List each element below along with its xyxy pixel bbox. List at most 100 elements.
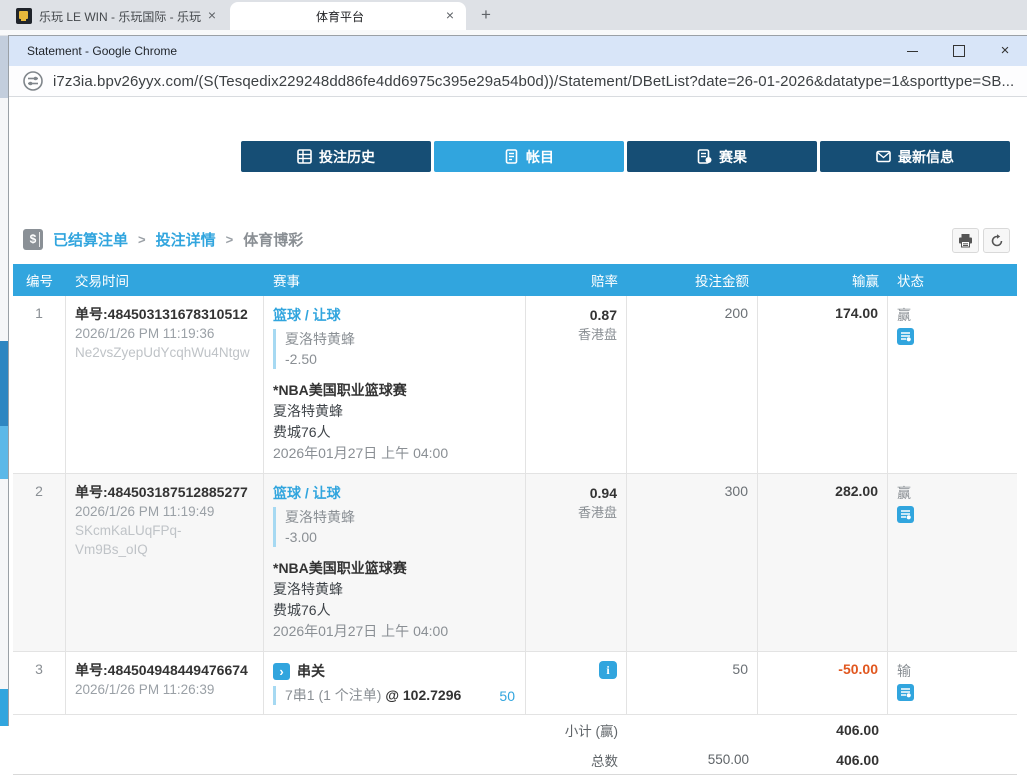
info-icon[interactable]: i xyxy=(599,661,617,679)
league-name: *NBA美国职业篮球赛 xyxy=(273,558,516,579)
window-titlebar: Statement - Google Chrome × xyxy=(9,36,1027,66)
home-team: 夏洛特黄蜂 xyxy=(273,401,516,422)
order-number: 单号:484503187512885277 xyxy=(75,483,254,502)
subtotal-row: 小计 (赢) 406.00 xyxy=(13,715,1017,745)
parlay-header: › 串关 xyxy=(273,661,516,681)
bet-receipt-icon[interactable] xyxy=(897,684,914,701)
transaction-cell: 单号:484503187512885277 2026/1/26 PM 11:19… xyxy=(66,474,264,651)
status-text: 赢 xyxy=(897,305,1008,325)
status-text: 输 xyxy=(897,661,1008,681)
nav-label: 最新信息 xyxy=(898,147,954,167)
statement-popup-window: Statement - Google Chrome × i7z3ia.bpv26… xyxy=(8,35,1027,726)
tab-close-icon[interactable]: × xyxy=(204,8,220,24)
status-cell: 输 xyxy=(888,652,1017,714)
col-header-odds: 赔率 xyxy=(526,264,627,296)
order-time: 2026/1/26 PM 11:19:36 xyxy=(75,324,254,343)
refresh-button[interactable] xyxy=(983,228,1010,253)
row-no: 3 xyxy=(13,652,66,714)
pick-block: 夏洛特黄蜂 -3.00 xyxy=(273,507,516,547)
col-header-winloss: 输赢 xyxy=(758,264,888,296)
event-cell: 篮球 / 让球 夏洛特黄蜂 -3.00 *NBA美国职业篮球赛 夏洛特黄蜂 费城… xyxy=(264,474,526,651)
col-header-no: 编号 xyxy=(13,264,66,296)
status-text: 赢 xyxy=(897,483,1008,503)
expand-parlay-icon[interactable]: › xyxy=(273,663,290,680)
picked-team: 夏洛特黄蜂 xyxy=(285,507,516,527)
handicap-value: -3.00 xyxy=(285,527,516,547)
table-row: 2 单号:484503187512885277 2026/1/26 PM 11:… xyxy=(13,474,1017,652)
browser-tab-strip: 乐玩 LE WIN - 乐玩国际 - 乐玩 × 体育平台 × + xyxy=(0,0,1027,30)
statement-icon xyxy=(504,149,519,164)
odds-cell: 0.87 香港盘 xyxy=(526,296,627,473)
nav-label: 赛果 xyxy=(719,147,747,167)
bet-type-link[interactable]: 篮球 / 让球 xyxy=(273,483,516,503)
odds-cell: i xyxy=(526,652,627,714)
bet-receipt-icon[interactable] xyxy=(897,506,914,523)
table-header-row: 编号 交易时间 赛事 赔率 投注金额 输赢 状态 xyxy=(13,264,1017,296)
tab-sport-platform[interactable]: 体育平台 × xyxy=(230,2,466,30)
url-text: i7z3ia.bpv26yyx.com/(S(Tesqedix229248dd8… xyxy=(53,73,1014,90)
statement-book-icon: $ xyxy=(23,229,43,250)
home-team: 夏洛特黄蜂 xyxy=(273,579,516,600)
parlay-count-link[interactable]: 50 xyxy=(499,688,515,704)
total-winloss: 406.00 xyxy=(758,752,888,768)
close-icon[interactable]: × xyxy=(997,43,1013,59)
col-header-event: 赛事 xyxy=(264,264,526,296)
handicap-value: -2.50 xyxy=(285,349,516,369)
odds-cell: 0.94 香港盘 xyxy=(526,474,627,651)
bet-type-link[interactable]: 篮球 / 让球 xyxy=(273,305,516,325)
print-button[interactable] xyxy=(952,228,979,253)
nav-bet-history-button[interactable]: 投注历史 xyxy=(241,141,431,172)
odds-value: 0.87 xyxy=(535,305,617,325)
odds-type: 香港盘 xyxy=(535,503,617,522)
nav-statement-button[interactable]: 帐目 xyxy=(434,141,624,172)
bet-receipt-icon[interactable] xyxy=(897,328,914,345)
refresh-icon xyxy=(990,234,1004,248)
away-team: 费城76人 xyxy=(273,600,516,621)
col-header-status: 状态 xyxy=(888,264,1017,296)
total-row: 总数 550.00 406.00 xyxy=(13,745,1017,775)
parlay-type: 串关 xyxy=(297,661,325,681)
lewin-favicon-icon xyxy=(16,8,32,24)
match-time: 2026年01月27日 上午 04:00 xyxy=(273,621,516,642)
nav-results-button[interactable]: 赛果 xyxy=(627,141,817,172)
tab-close-icon[interactable]: × xyxy=(442,8,458,24)
match-time: 2026年01月27日 上午 04:00 xyxy=(273,443,516,464)
status-cell: 赢 xyxy=(888,296,1017,473)
winloss-cell: 282.00 xyxy=(758,474,888,651)
row-no: 2 xyxy=(13,474,66,651)
order-number: 单号:484504948449476674 xyxy=(75,661,254,680)
bet-history-icon xyxy=(297,149,312,164)
mail-icon xyxy=(876,149,891,164)
bet-list-table: 编号 交易时间 赛事 赔率 投注金额 输赢 状态 1 单号:4845031316… xyxy=(13,264,1017,775)
chevron-right-icon: > xyxy=(226,232,234,247)
breadcrumb-bet-detail[interactable]: 投注详情 xyxy=(156,229,216,250)
table-row: 1 单号:484503131678310512 2026/1/26 PM 11:… xyxy=(13,296,1017,474)
maximize-icon[interactable] xyxy=(951,43,967,59)
away-team: 费城76人 xyxy=(273,422,516,443)
tab-lewin[interactable]: 乐玩 LE WIN - 乐玩国际 - 乐玩 × xyxy=(10,2,226,30)
col-header-stake: 投注金额 xyxy=(627,264,758,296)
minimize-icon[interactable] xyxy=(905,43,921,59)
subtotal-label: 小计 (赢) xyxy=(526,720,627,740)
winloss-cell: -50.00 xyxy=(758,652,888,714)
tab-title: 乐玩 LE WIN - 乐玩国际 - 乐玩 xyxy=(39,8,204,25)
site-settings-icon[interactable] xyxy=(23,71,43,91)
parlay-info: 7串1 (1 个注单) xyxy=(285,687,385,703)
total-stake: 550.00 xyxy=(627,752,758,767)
new-tab-button[interactable]: + xyxy=(476,5,496,25)
pick-block: 夏洛特黄蜂 -2.50 xyxy=(273,329,516,369)
results-icon xyxy=(697,149,712,164)
nav-label: 帐目 xyxy=(526,147,554,167)
parlay-odds: @ 102.7296 xyxy=(385,687,461,703)
table-row: 3 单号:484504948449476674 2026/1/26 PM 11:… xyxy=(13,652,1017,715)
nav-latest-message-button[interactable]: 最新信息 xyxy=(820,141,1010,172)
order-time: 2026/1/26 PM 11:26:39 xyxy=(75,680,254,699)
breadcrumb-settled-bets[interactable]: 已结算注单 xyxy=(53,229,128,250)
nav-label: 投注历史 xyxy=(319,147,375,167)
col-header-time: 交易时间 xyxy=(66,264,264,296)
stake-cell: 200 xyxy=(627,296,758,473)
address-bar[interactable]: i7z3ia.bpv26yyx.com/(S(Tesqedix229248dd8… xyxy=(9,66,1027,97)
order-ref: SKcmKaLUqFPq-Vm9Bs_oIQ xyxy=(75,521,254,559)
odds-value: 0.94 xyxy=(535,483,617,503)
breadcrumb-current: 体育博彩 xyxy=(243,229,303,250)
